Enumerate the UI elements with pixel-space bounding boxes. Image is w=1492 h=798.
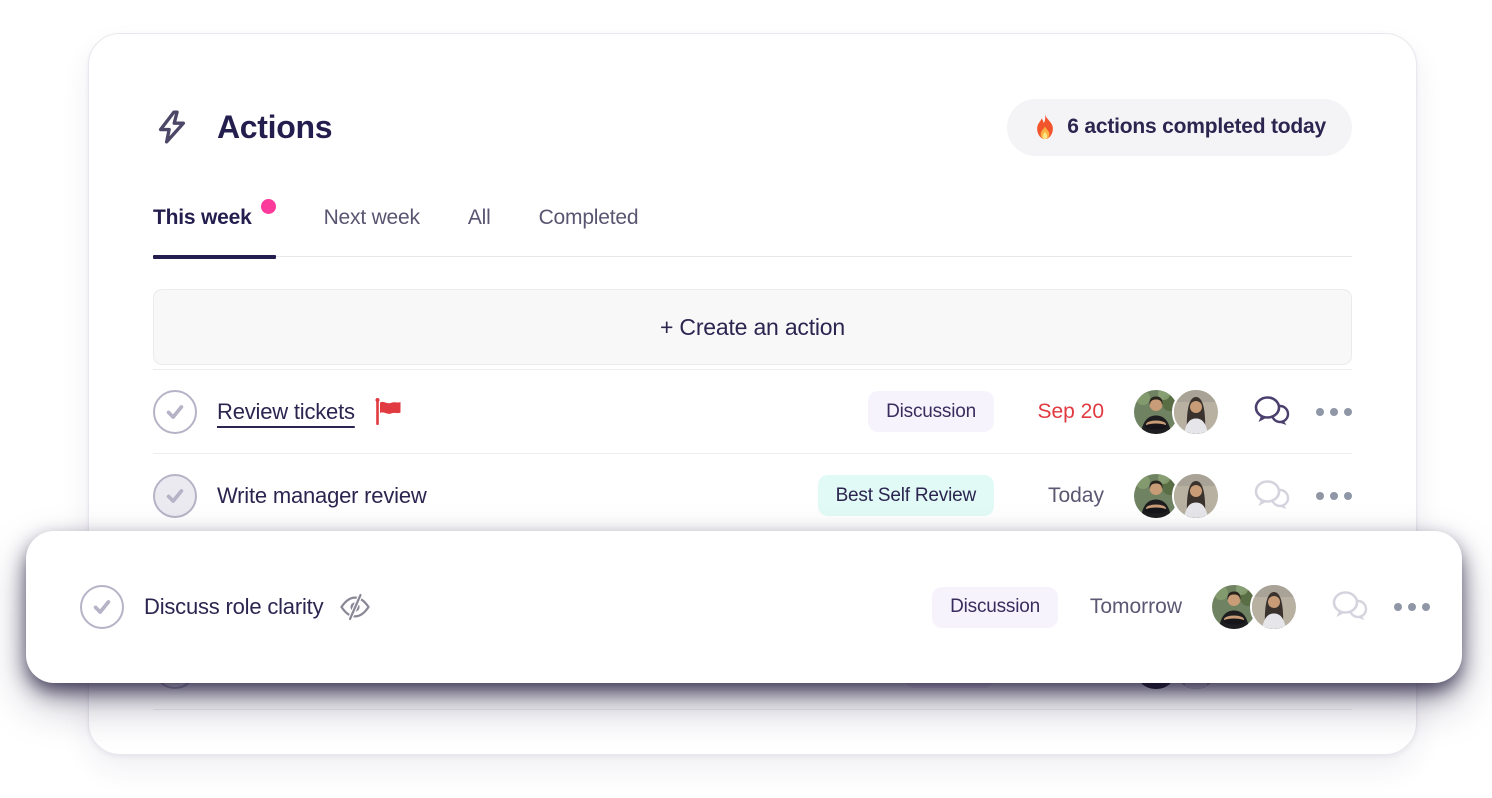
complete-checkbox[interactable] (80, 585, 124, 629)
complete-checkbox[interactable] (153, 474, 197, 518)
more-menu-button[interactable] (1316, 404, 1352, 420)
tab-completed[interactable]: Completed (539, 206, 639, 230)
more-menu-button[interactable] (1394, 599, 1430, 615)
tab-this-week[interactable]: This week (153, 206, 276, 230)
action-row-write-manager-review[interactable]: Write manager review Best Self Review To… (153, 453, 1352, 537)
streak-badge: 6 actions completed today (1007, 99, 1352, 156)
category-badge: Discussion (932, 587, 1058, 628)
comments-icon[interactable] (1254, 396, 1290, 428)
tab-label: All (468, 206, 491, 229)
notification-dot (261, 199, 276, 214)
tab-bar: This week Next week All Completed (153, 206, 1352, 257)
category-badge: Best Self Review (818, 475, 994, 516)
avatar (1250, 583, 1298, 631)
list-divider (153, 709, 1352, 710)
action-row-review-tickets[interactable]: Review tickets Discussion Sep 20 (153, 369, 1352, 453)
create-action-button[interactable]: + Create an action (153, 289, 1352, 365)
lightning-bolt-icon (153, 108, 191, 146)
complete-checkbox[interactable] (153, 390, 197, 434)
panel-header: Actions 6 actions completed today (153, 98, 1352, 156)
action-title[interactable]: Review tickets (217, 399, 355, 425)
category-badge: Discussion (868, 391, 994, 432)
tab-next-week[interactable]: Next week (324, 206, 420, 230)
action-title[interactable]: Discuss role clarity (144, 594, 323, 620)
active-tab-underline (153, 255, 276, 259)
tab-label: This week (153, 206, 252, 229)
tab-label: Completed (539, 206, 639, 229)
comments-icon[interactable] (1332, 591, 1368, 623)
dragged-action-card[interactable]: Discuss role clarity Discussion Tomorrow (26, 531, 1462, 683)
avatar (1172, 388, 1220, 436)
screenshot-canvas: Actions 6 actions completed today This w… (0, 0, 1492, 798)
action-title[interactable]: Write manager review (217, 483, 427, 509)
avatar (1172, 472, 1220, 520)
fire-icon (1033, 113, 1057, 141)
eye-off-icon (339, 593, 371, 621)
streak-badge-label: 6 actions completed today (1067, 115, 1326, 139)
avatar-group (1132, 388, 1220, 436)
tab-all[interactable]: All (468, 206, 491, 230)
red-flag-icon (371, 396, 403, 428)
due-date: Tomorrow (1072, 595, 1182, 619)
more-menu-button[interactable] (1316, 488, 1352, 504)
page-title: Actions (217, 109, 332, 146)
tab-label: Next week (324, 206, 420, 229)
comments-icon[interactable] (1254, 480, 1290, 512)
avatar-group (1132, 472, 1220, 520)
avatar-group (1210, 583, 1298, 631)
due-date: Today (1008, 484, 1104, 508)
due-date: Sep 20 (1008, 400, 1104, 424)
